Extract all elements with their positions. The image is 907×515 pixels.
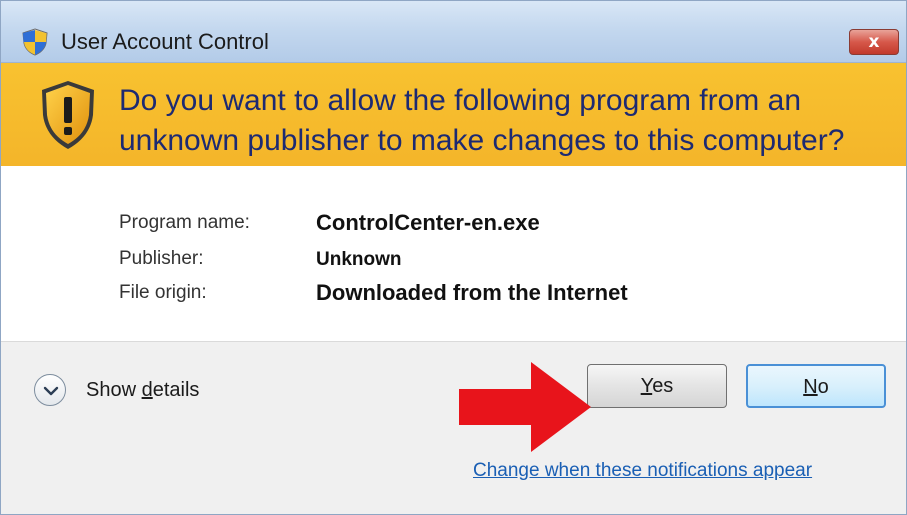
change-notifications-link[interactable]: Change when these notifications appear xyxy=(473,460,812,482)
window-title: User Account Control xyxy=(61,29,269,54)
file-origin-label: File origin: xyxy=(119,282,207,303)
show-details-label[interactable]: Show details xyxy=(86,379,199,402)
close-button[interactable]: x xyxy=(849,29,899,55)
warning-shield-icon xyxy=(42,81,94,149)
program-name-label: Program name: xyxy=(119,212,250,233)
program-info: Program name: ControlCenter-en.exe Publi… xyxy=(1,166,906,341)
uac-shield-icon xyxy=(22,28,48,56)
publisher-label: Publisher: xyxy=(119,248,204,269)
show-details-toggle[interactable]: Show details xyxy=(34,374,234,406)
uac-question: Do you want to allow the following progr… xyxy=(119,84,845,157)
warning-banner: Do you want to allow the following progr… xyxy=(1,63,906,166)
publisher-value: Unknown xyxy=(316,249,402,270)
uac-dialog: User Account Control x Do you want to al… xyxy=(0,0,907,515)
yes-button[interactable]: Yes xyxy=(587,364,727,408)
program-name-value: ControlCenter-en.exe xyxy=(316,210,540,235)
no-button[interactable]: No xyxy=(746,364,886,408)
chevron-down-icon[interactable] xyxy=(34,374,66,406)
close-icon: x xyxy=(868,32,880,52)
title-bar: User Account Control x xyxy=(1,1,906,63)
file-origin-value: Downloaded from the Internet xyxy=(316,280,628,305)
red-arrow-icon xyxy=(459,362,591,452)
dialog-footer: Show details Yes No Change when these no… xyxy=(1,341,906,514)
